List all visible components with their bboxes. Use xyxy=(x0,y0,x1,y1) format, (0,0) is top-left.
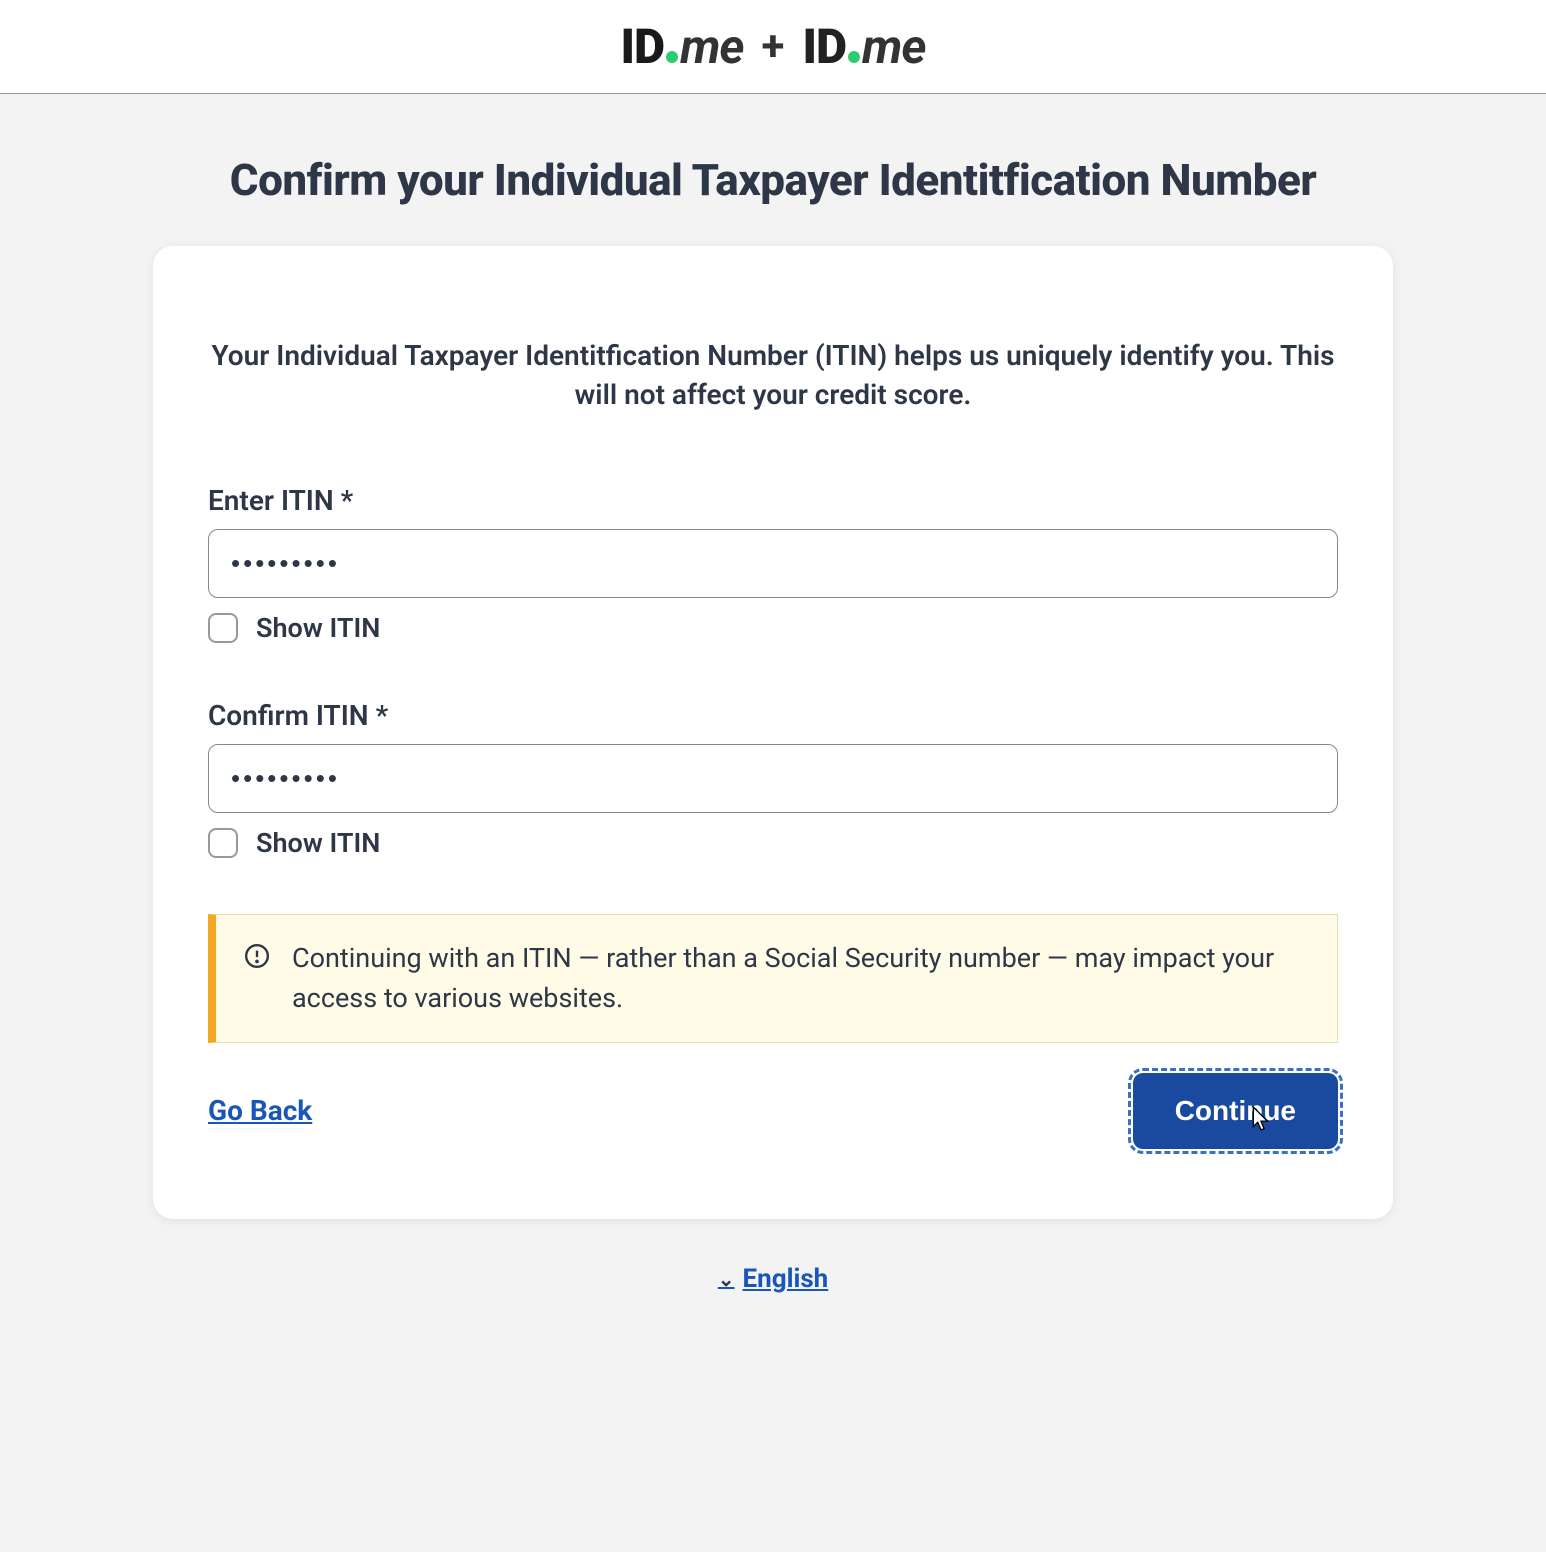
chevron-down-icon: ⌄ xyxy=(718,1267,735,1291)
plus-separator: + xyxy=(762,22,785,71)
confirm-itin-group: Confirm ITIN * Show ITIN xyxy=(208,699,1338,859)
idme-logo-right: ID me xyxy=(802,18,925,75)
confirm-itin-input[interactable] xyxy=(208,744,1338,813)
show-confirm-itin-checkbox[interactable] xyxy=(208,828,238,858)
form-card: Your Individual Taxpayer Identitfication… xyxy=(153,246,1393,1219)
enter-itin-group: Enter ITIN * Show ITIN xyxy=(208,484,1338,644)
logo-id-text: ID xyxy=(802,18,846,75)
header: ID me + ID me xyxy=(0,0,1546,94)
alert-icon xyxy=(244,943,270,973)
continue-button[interactable]: Continue xyxy=(1133,1073,1338,1149)
alert-text: Continuing with an ITIN — rather than a … xyxy=(292,939,1309,1017)
language-selector[interactable]: ⌄ English xyxy=(718,1264,829,1294)
enter-itin-label: Enter ITIN * xyxy=(208,484,1338,517)
intro-text: Your Individual Taxpayer Identitfication… xyxy=(208,336,1338,414)
show-enter-itin-checkbox[interactable] xyxy=(208,613,238,643)
logo-me-text: me xyxy=(862,18,925,75)
enter-itin-input[interactable] xyxy=(208,529,1338,598)
logo-me-text: me xyxy=(680,18,743,75)
show-confirm-itin-label: Show ITIN xyxy=(256,827,380,859)
footer: ⌄ English xyxy=(153,1264,1393,1294)
show-confirm-itin-row: Show ITIN xyxy=(208,827,1338,859)
logo-dot-icon xyxy=(848,51,860,63)
main-content: Confirm your Individual Taxpayer Identit… xyxy=(73,94,1473,1334)
itin-warning-alert: Continuing with an ITIN — rather than a … xyxy=(208,914,1338,1042)
show-enter-itin-row: Show ITIN xyxy=(208,612,1338,644)
logo-id-text: ID xyxy=(621,18,665,75)
page-title: Confirm your Individual Taxpayer Identit… xyxy=(153,154,1393,206)
logo-dot-icon xyxy=(666,51,678,63)
language-label: English xyxy=(743,1264,829,1294)
show-enter-itin-label: Show ITIN xyxy=(256,612,380,644)
go-back-link[interactable]: Go Back xyxy=(208,1094,312,1127)
actions-row: Go Back Continue xyxy=(208,1073,1338,1149)
idme-logo-left: ID me xyxy=(621,18,744,75)
confirm-itin-label: Confirm ITIN * xyxy=(208,699,1338,732)
